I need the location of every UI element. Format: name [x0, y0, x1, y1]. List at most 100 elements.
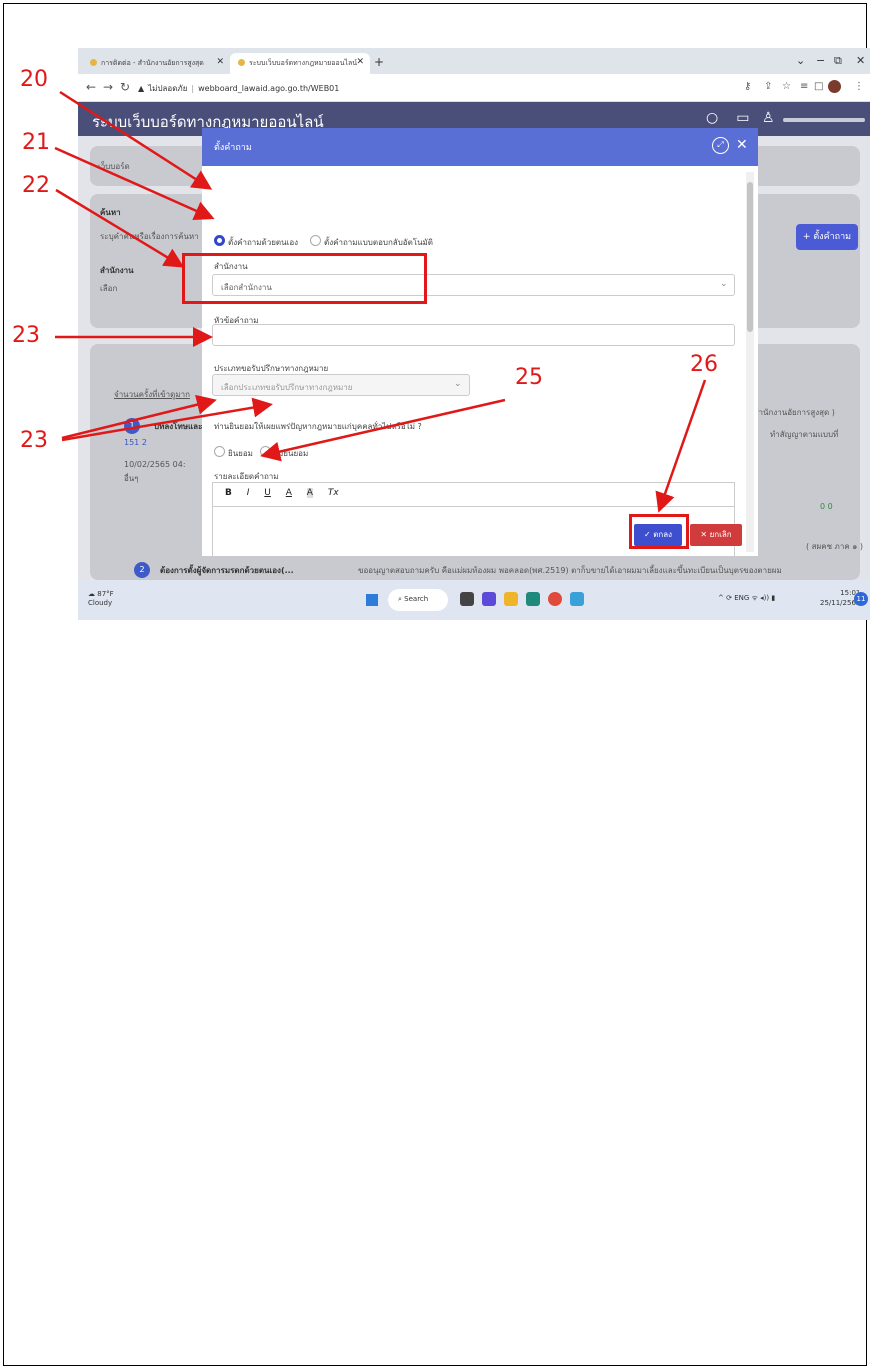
bookmark-star-icon[interactable]: ☆ [782, 81, 791, 92]
user-icon[interactable]: ♙ [762, 110, 775, 126]
search-input[interactable]: ระบุคำค้นหรือเรื่องการค้นหา [100, 230, 199, 243]
favicon-icon [238, 59, 245, 66]
username-masked [783, 118, 865, 122]
security-label: ไม่ปลอดภัย [148, 84, 188, 93]
annotation-20: 20 [20, 67, 48, 92]
radio-auto[interactable] [310, 235, 321, 246]
clear-format-button[interactable]: Tx [328, 488, 339, 498]
edge-icon[interactable] [526, 592, 540, 606]
teams-icon[interactable] [482, 592, 496, 606]
annotation-21: 21 [22, 130, 50, 155]
italic-button[interactable]: I [247, 488, 250, 498]
key-icon[interactable]: ⚷ [744, 81, 751, 92]
browser-tabbar: การติดต่อ - สำนักงานอัยการสูงสุด ✕ ระบบเ… [78, 48, 870, 74]
restore-icon[interactable]: ⧉ [834, 54, 842, 68]
share-icon[interactable]: ⇪ [764, 81, 772, 92]
editor-toolbar: B I U A A Tx [213, 483, 734, 507]
item-number: 1 [124, 418, 140, 434]
tab-label: การติดต่อ - สำนักงานอัยการสูงสุด [101, 59, 204, 67]
background-color-button[interactable]: A [306, 488, 313, 498]
weather-widget[interactable]: ☁ 87°F Cloudy [88, 590, 114, 608]
card1-tag: อื่นๆ [124, 474, 139, 483]
dialog-close-icon[interactable]: ✕ [736, 137, 748, 153]
annotation-23-top: 23 [12, 323, 40, 348]
consent-no-label: ไม่ยินยอม [274, 449, 309, 458]
reading-list-icon[interactable]: ≡ [800, 81, 808, 92]
new-tab-icon[interactable]: + [374, 55, 384, 69]
windows-start-icon[interactable] [366, 594, 378, 606]
expand-icon[interactable]: ⤢ [712, 137, 729, 154]
right-text: ทำสัญญาตามแบบที่ [770, 430, 839, 439]
bold-button[interactable]: B [225, 488, 232, 498]
font-color-button[interactable]: A [286, 488, 292, 498]
favicon-icon [90, 59, 97, 66]
radio-self[interactable] [214, 235, 225, 246]
radio-consent-no[interactable] [260, 446, 271, 457]
menu-icon[interactable]: ⋮ [854, 81, 864, 92]
minimize-icon[interactable]: − [816, 54, 825, 67]
file-explorer-icon[interactable] [504, 592, 518, 606]
header-icons[interactable]: ○▭ [706, 110, 767, 126]
card1-stats: 151 2 [124, 438, 147, 447]
office-filter-label: สำนักงาน [100, 266, 134, 275]
dialog-header: ตั้งคำถาม ⤢ ✕ [202, 128, 758, 166]
search-label: ค้นหา [100, 208, 121, 217]
cloud-icon: ☁ [88, 590, 95, 598]
scroll-thumb[interactable] [747, 182, 753, 332]
card1-title[interactable]: บทลงโทษและ [154, 420, 202, 433]
stats-tab[interactable]: จำนวนครั้งที่เข้าดูมาก [114, 388, 190, 401]
item-number: 2 [134, 562, 150, 578]
radio-auto-label: ตั้งคำถามแบบตอบกลับอัตโนมัติ [324, 238, 434, 247]
weather-temp: 87°F [97, 590, 114, 598]
annotation-box-ok [629, 514, 689, 549]
office-filter-select[interactable]: เลือก [100, 282, 117, 295]
chrome-icon[interactable] [548, 592, 562, 606]
weather-desc: Cloudy [88, 599, 113, 607]
annotation-box-subject [182, 253, 427, 304]
system-tray[interactable]: ^ ⟳ ENG ᯤ ◂)) ▮ [718, 594, 775, 603]
add-question-button[interactable]: + ตั้งคำถาม [796, 224, 858, 250]
taskbar-search[interactable]: ⌕ Search [388, 589, 448, 611]
chevron-down-icon: ⌄ [454, 379, 462, 389]
dialog-scrollbar[interactable] [746, 172, 754, 552]
address-bar: ← → ↻ ▲ ไม่ปลอดภัย | webboard_lawaid.ago.go… [78, 74, 870, 102]
annotation-22: 22 [22, 173, 50, 198]
tab-close-icon[interactable]: ✕ [356, 57, 364, 67]
profile-avatar[interactable] [828, 80, 841, 93]
consent-question: ท่านยินยอมให้เผยแพร่ปัญหากฎหมายแก่บุคคลท… [214, 422, 422, 431]
annotation-26: 26 [690, 352, 718, 377]
windows-taskbar: ☁ 87°F Cloudy ⌕ Search ^ ⟳ ENG ᯤ ◂)) ▮ 1… [78, 580, 870, 620]
back-icon[interactable]: ← [86, 80, 96, 94]
radio-self-label: ตั้งคำถามด้วยตนเอง [228, 238, 299, 247]
card1-date: 10/02/2565 04: [124, 460, 186, 469]
browser-tab-inactive[interactable]: การติดต่อ - สำนักงานอัยการสูงสุด ✕ [82, 53, 230, 74]
app-icon[interactable] [570, 592, 584, 606]
task-view-icon[interactable] [460, 592, 474, 606]
url-field[interactable]: ▲ ไม่ปลอดภัย | webboard_lawaid.ago.go.th/WE… [138, 82, 339, 95]
notification-badge[interactable]: 11 [854, 592, 868, 606]
consent-yes-label: ยินยอม [228, 449, 253, 458]
dialog-title: ตั้งคำถาม [214, 143, 252, 153]
reload-icon[interactable]: ↻ [120, 80, 130, 94]
tab-list-icon[interactable]: ⌄ [796, 54, 805, 67]
breadcrumb[interactable]: เว็บบอร์ด [98, 160, 130, 173]
forward-icon[interactable]: → [103, 80, 113, 94]
url-text: webboard_lawaid.ago.go.th/WEB01 [198, 84, 340, 93]
cancel-button[interactable]: ✕ ยกเลิก [690, 524, 742, 546]
right-region: ( สผคช ภาค ๑ ) [806, 542, 863, 551]
subject-input[interactable] [212, 324, 735, 346]
sidepanel-icon[interactable]: □ [814, 81, 823, 92]
radio-consent-yes[interactable] [214, 446, 225, 457]
tab-close-icon[interactable]: ✕ [216, 57, 224, 67]
browser-tab-active[interactable]: ระบบเว็บบอร์ดทางกฎหมายออนไลน์ ✕ [230, 53, 370, 74]
underline-button[interactable]: U [264, 488, 271, 498]
ask-question-dialog: ตั้งคำถาม ⤢ ✕ ตั้งคำถามด้วยตนเอง ตั้งคำถ… [202, 128, 758, 556]
chevron-down-icon: ⌄ [720, 279, 728, 289]
annotation-23-bottom: 23 [20, 428, 48, 453]
legal-type-select[interactable]: เลือกประเภทขอรับปรึกษาทางกฎหมาย [212, 374, 470, 396]
card2-title[interactable]: ต้องการตั้งผู้จัดการมรดกด้วยตนเอง(... [160, 564, 294, 577]
right-stats: 0 0 [820, 502, 833, 511]
annotation-25: 25 [515, 365, 543, 390]
url-separator: | [191, 84, 195, 93]
window-close-icon[interactable]: ✕ [856, 54, 865, 67]
